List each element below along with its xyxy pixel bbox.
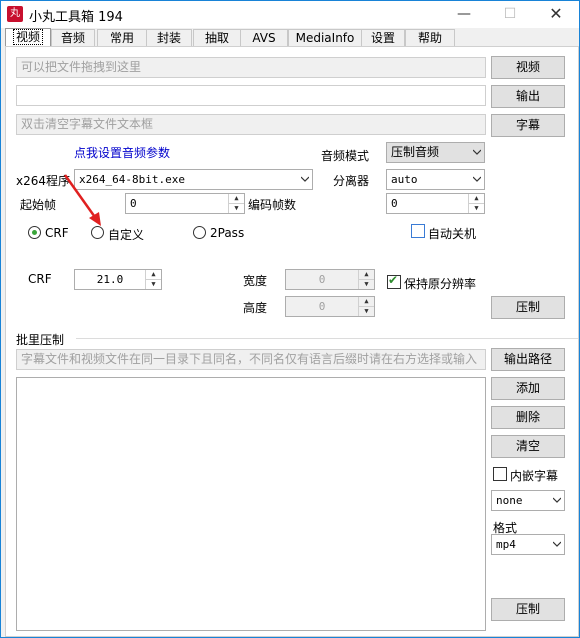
batch-encode-button[interactable]: 压制 xyxy=(491,598,565,621)
video-button[interactable]: 视频 xyxy=(491,56,565,79)
minimize-button[interactable]: — xyxy=(441,1,487,28)
clear-button[interactable]: 清空 xyxy=(491,435,565,458)
chevron-down-icon xyxy=(301,176,309,182)
keep-resolution-checkbox[interactable] xyxy=(387,273,401,289)
tab-avs[interactable]: AVS xyxy=(240,29,288,47)
start-frame-spinner[interactable]: 0 ▲ ▼ xyxy=(125,193,245,214)
spinner-arrows-icon[interactable]: ▲ ▼ xyxy=(468,194,484,213)
radio-2pass-label[interactable]: 2Pass xyxy=(210,226,244,240)
audio-mode-select[interactable]: 压制音频 xyxy=(386,142,485,163)
app-icon: 丸 xyxy=(7,6,23,22)
height-value: 0 xyxy=(318,300,326,313)
tab-help[interactable]: 帮助 xyxy=(405,29,455,47)
chevron-down-icon xyxy=(553,541,561,547)
audio-mode-value: 压制音频 xyxy=(391,145,440,159)
close-button[interactable]: ✕ xyxy=(533,1,579,28)
height-spinner: 0 ▲ ▼ xyxy=(285,296,375,317)
tab-mediainfo[interactable]: MediaInfo xyxy=(288,29,362,47)
radio-crf[interactable] xyxy=(28,226,41,239)
start-frame-value: 0 xyxy=(130,197,137,210)
splitter-label: 分离器 xyxy=(333,174,370,188)
subtitle-lang-select[interactable]: none xyxy=(491,490,565,511)
radio-crf-label[interactable]: CRF xyxy=(45,226,69,240)
batch-group-title: 批里压制 xyxy=(16,333,65,347)
embed-subtitle-label[interactable]: 内嵌字幕 xyxy=(510,467,558,484)
maximize-button: ☐ xyxy=(503,6,517,22)
crf-value: 21.0 xyxy=(96,273,124,286)
auto-shutdown-checkbox[interactable] xyxy=(411,224,425,238)
format-value: mp4 xyxy=(496,538,516,551)
radio-custom-label[interactable]: 自定义 xyxy=(108,226,144,243)
batch-group-divider xyxy=(76,338,578,339)
width-spinner: 0 ▲ ▼ xyxy=(285,269,375,290)
splitter-select[interactable]: auto xyxy=(386,169,485,190)
tab-video[interactable]: 视频 xyxy=(5,28,51,48)
height-label: 高度 xyxy=(243,301,268,315)
chevron-down-icon xyxy=(553,497,561,503)
radio-2pass[interactable] xyxy=(193,226,206,239)
spinner-arrows-icon: ▲ ▼ xyxy=(358,270,374,289)
chevron-down-icon xyxy=(473,149,481,155)
format-select[interactable]: mp4 xyxy=(491,534,565,555)
encode-button[interactable]: 压制 xyxy=(491,296,565,319)
tab-mux[interactable]: 封装 xyxy=(146,29,192,47)
subtitle-lang-value: none xyxy=(496,494,523,507)
splitter-value: auto xyxy=(391,173,418,186)
window-title: 小丸工具箱 194 xyxy=(29,10,123,25)
audio-mode-label: 音频模式 xyxy=(321,149,370,163)
tab-extract[interactable]: 抽取 xyxy=(193,29,241,47)
output-button[interactable]: 输出 xyxy=(491,85,565,108)
title-bar: 丸 小丸工具箱 194 — ☐ ✕ xyxy=(1,1,579,28)
tab-audio[interactable]: 音频 xyxy=(51,29,95,47)
main-window: 丸 小丸工具箱 194 — ☐ ✕ 视频 音频 常用 封装 抽取 AVS Med… xyxy=(0,0,580,638)
spinner-arrows-icon[interactable]: ▲ ▼ xyxy=(145,270,161,289)
keep-resolution-label[interactable]: 保持原分辨率 xyxy=(404,275,476,292)
width-value: 0 xyxy=(318,273,326,286)
auto-shutdown-label[interactable]: 自动关机 xyxy=(428,225,476,242)
encode-frames-spinner[interactable]: 0 ▲ ▼ xyxy=(386,193,485,214)
audio-settings-link[interactable]: 点我设置音频参数 xyxy=(74,144,170,161)
spinner-arrows-icon[interactable]: ▲ ▼ xyxy=(228,194,244,213)
tab-settings[interactable]: 设置 xyxy=(361,29,405,47)
chevron-down-icon xyxy=(473,176,481,182)
batch-hint-field[interactable]: 字幕文件和视频文件在同一目录下且同名，不同名仅有语言后缀时请在右方选择或输入 xyxy=(16,349,486,370)
embed-subtitle-checkbox[interactable] xyxy=(493,467,507,481)
output-field[interactable] xyxy=(16,85,486,106)
tab-common[interactable]: 常用 xyxy=(97,29,147,47)
output-path-button[interactable]: 输出路径 xyxy=(491,348,565,371)
video-input-field[interactable]: 可以把文件拖拽到这里 xyxy=(16,57,486,78)
crf-label: CRF xyxy=(28,272,52,286)
width-label: 宽度 xyxy=(243,274,268,288)
subtitle-field[interactable]: 双击清空字幕文件文本框 xyxy=(16,114,486,135)
video-tab-panel: 可以把文件拖拽到这里 视频 输出 双击清空字幕文件文本框 字幕 点我设置音频参数… xyxy=(5,46,579,637)
subtitle-button[interactable]: 字幕 xyxy=(491,114,565,137)
encode-frames-value: 0 xyxy=(391,197,398,210)
delete-button[interactable]: 删除 xyxy=(491,406,565,429)
batch-file-list[interactable] xyxy=(16,377,486,631)
radio-custom[interactable] xyxy=(91,226,104,239)
start-frame-label: 起始帧 xyxy=(20,198,57,212)
add-button[interactable]: 添加 xyxy=(491,377,565,400)
annotation-arrow-icon xyxy=(63,174,101,226)
encode-frames-label: 编码帧数 xyxy=(248,198,297,212)
spinner-arrows-icon: ▲ ▼ xyxy=(358,297,374,316)
crf-spinner[interactable]: 21.0 ▲ ▼ xyxy=(74,269,162,290)
